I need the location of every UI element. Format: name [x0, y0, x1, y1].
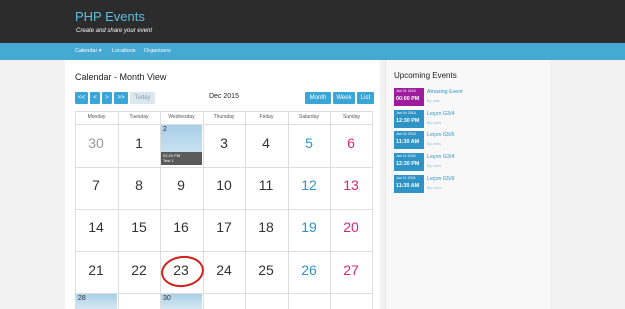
calendar-day: 28: [78, 295, 86, 302]
day-header-thursday: Thursday: [213, 114, 235, 120]
day-header-monday: Monday: [87, 114, 106, 120]
nav-calendar[interactable]: Calendar ▾: [75, 48, 102, 54]
upcoming-event-item[interactable]: Jan 04 2016 12:30 PM Leçon G3/4 By chris: [394, 110, 534, 128]
month-calendar: Monday Tuesday Wednesday Thursday Friday…: [75, 111, 373, 309]
event-time: 00:00 PM: [396, 96, 420, 102]
calendar-day[interactable]: 30: [75, 135, 117, 151]
calendar-day[interactable]: 10: [203, 177, 245, 193]
event-date-badge: Jan 11 2016 11:30 AM: [394, 175, 424, 193]
previous-button[interactable]: <: [90, 92, 100, 104]
calendar-event-thumbnail[interactable]: 28: [76, 294, 117, 309]
grid-line: [75, 251, 373, 252]
month-view-button[interactable]: Month: [305, 92, 331, 104]
calendar-day[interactable]: 24: [203, 262, 245, 278]
event-date: Jan 01 2016: [396, 89, 416, 93]
calendar-day[interactable]: 25: [245, 262, 287, 278]
calendar-day: 2: [163, 126, 167, 133]
brand-title[interactable]: PHP Events: [75, 9, 145, 24]
list-view-button[interactable]: List: [357, 92, 374, 104]
calendar-day[interactable]: 15: [118, 219, 160, 235]
day-header-wednesday: Wednesday: [168, 114, 195, 120]
event-date: Jan 11 2016: [396, 176, 416, 180]
event-time: 11:30 AM: [396, 139, 420, 145]
day-header-sunday: Sunday: [343, 114, 360, 120]
calendar-event-thumbnail[interactable]: 30: [161, 294, 202, 309]
today-button[interactable]: Today: [130, 92, 155, 104]
calendar-day[interactable]: 9: [160, 177, 202, 193]
calendar-day[interactable]: 22: [118, 262, 160, 278]
event-time-label: 02:20 PM Test 1: [161, 152, 202, 165]
calendar-day[interactable]: 19: [288, 219, 330, 235]
calendar-day[interactable]: 1: [118, 135, 160, 151]
event-author[interactable]: By user: [427, 98, 441, 103]
event-title-link[interactable]: Leçon G5/6: [427, 176, 454, 182]
calendar-day[interactable]: 13: [330, 177, 372, 193]
upcoming-event-item[interactable]: Jan 01 2016 00:00 PM Amazing Event By us…: [394, 88, 534, 106]
calendar-day[interactable]: 17: [203, 219, 245, 235]
event-date-badge: Jan 04 2016 12:30 PM: [394, 110, 424, 128]
calendar-day[interactable]: 18: [245, 219, 287, 235]
grid-line: [372, 111, 373, 309]
event-time: 12:30 PM: [396, 118, 420, 124]
event-time: 11:30 AM: [396, 183, 420, 189]
last-button[interactable]: >>: [114, 92, 128, 104]
upcoming-event-item[interactable]: Jan 04 2016 11:30 AM Leçon G5/6 By chris: [394, 131, 534, 149]
upcoming-event-item[interactable]: Jan 11 2016 11:30 AM Leçon G5/6 By chris: [394, 175, 534, 193]
grid-line: [75, 167, 373, 168]
calendar-day[interactable]: 6: [330, 135, 372, 151]
event-time: 12:30 PM: [396, 161, 420, 167]
upcoming-event-item[interactable]: Jan 11 2016 12:30 PM Leçon G3/4 By chris: [394, 153, 534, 171]
event-date-badge: Jan 11 2016 12:30 PM: [394, 153, 424, 171]
current-month-label: Dec 2015: [209, 93, 239, 100]
sidebar-title: Upcoming Events: [394, 71, 457, 80]
event-title-link[interactable]: Leçon G3/4: [427, 154, 454, 160]
event-title-link[interactable]: Leçon G3/4: [427, 111, 454, 117]
event-date: Jan 04 2016: [396, 132, 416, 136]
day-header-saturday: Saturday: [298, 114, 319, 120]
first-button[interactable]: <<: [75, 92, 88, 104]
nav-locations[interactable]: Locations: [112, 48, 136, 54]
calendar-day[interactable]: 4: [245, 135, 287, 151]
brand-tagline: Create and share your event: [76, 28, 153, 34]
grid-line: [75, 209, 373, 210]
calendar-day[interactable]: 8: [118, 177, 160, 193]
event-author[interactable]: By chris: [427, 163, 441, 168]
event-author[interactable]: By chris: [427, 120, 441, 125]
next-button[interactable]: >: [102, 92, 112, 104]
grid-line: [75, 124, 373, 125]
event-date: Jan 04 2016: [396, 111, 416, 115]
calendar-day: 30: [163, 295, 171, 302]
event-date: Jan 11 2016: [396, 154, 416, 158]
calendar-day[interactable]: 20: [330, 219, 372, 235]
page-title: Calendar - Month View: [75, 72, 167, 82]
calendar-day[interactable]: 14: [75, 219, 117, 235]
day-header-friday: Friday: [259, 114, 274, 120]
event-name: Test 1: [163, 158, 174, 163]
calendar-day[interactable]: 12: [288, 177, 330, 193]
grid-line: [75, 293, 373, 294]
top-header: PHP Events Create and share your event: [0, 0, 625, 43]
nav-organizers[interactable]: Organizers: [144, 48, 171, 54]
week-view-button[interactable]: Week: [333, 92, 355, 104]
calendar-day[interactable]: 16: [160, 219, 202, 235]
main-navigation: Calendar ▾ Locations Organizers: [0, 43, 625, 60]
calendar-day[interactable]: 21: [75, 262, 117, 278]
event-date-badge: Jan 04 2016 11:30 AM: [394, 131, 424, 149]
event-title-link[interactable]: Amazing Event: [427, 89, 463, 95]
calendar-day[interactable]: 7: [75, 177, 117, 193]
calendar-day[interactable]: 5: [288, 135, 330, 151]
calendar-day[interactable]: 11: [245, 177, 287, 193]
calendar-event-thumbnail[interactable]: 2 02:20 PM Test 1: [161, 125, 202, 165]
calendar-day[interactable]: 26: [288, 262, 330, 278]
event-title-link[interactable]: Leçon G5/6: [427, 132, 454, 138]
event-author[interactable]: By chris: [427, 141, 441, 146]
calendar-day[interactable]: 27: [330, 262, 372, 278]
calendar-day[interactable]: 3: [203, 135, 245, 151]
event-date-badge: Jan 01 2016 00:00 PM: [394, 88, 424, 106]
event-author[interactable]: By chris: [427, 185, 441, 190]
day-header-tuesday: Tuesday: [129, 114, 149, 120]
